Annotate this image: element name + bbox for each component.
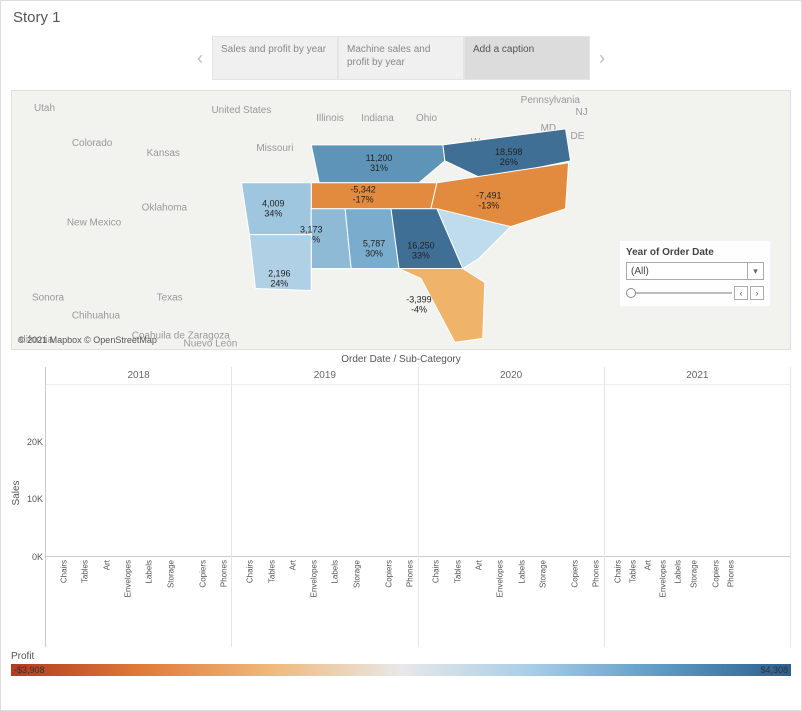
- state-label-tennessee: -5,342-17%: [350, 185, 375, 205]
- category-label: Envelopes: [659, 560, 668, 597]
- category-label: Storage: [352, 560, 361, 588]
- category-label: Phones: [406, 560, 415, 587]
- category-label: Tables: [453, 560, 462, 583]
- category-label: Storage: [166, 560, 175, 588]
- y-tick: 0K: [13, 552, 43, 562]
- svg-text:Utah: Utah: [34, 103, 55, 114]
- legend-min: -$3,908: [11, 664, 48, 676]
- filter-title: Year of Order Date: [626, 247, 764, 258]
- story-prev-arrow[interactable]: ‹: [188, 36, 212, 80]
- category-label: Tables: [629, 560, 638, 583]
- category-label: Copiers: [712, 560, 721, 588]
- category-label: Labels: [517, 560, 526, 584]
- map-viz[interactable]: United States Utah Colorado Kansas Missouri I…: [11, 90, 791, 350]
- bar-chart-panel: Order Date / Sub-Category Sales 20K10K0K…: [11, 354, 791, 647]
- y-tick: 10K: [13, 494, 43, 504]
- year-header: 2021: [605, 367, 790, 385]
- state-label-louisiana: 2,19624%: [268, 269, 290, 289]
- svg-text:Chihuahua: Chihuahua: [72, 310, 121, 321]
- state-label-alabama: 5,78730%: [363, 239, 385, 259]
- category-label: Phones: [727, 560, 736, 587]
- category-label: Envelopes: [310, 560, 319, 597]
- year-filter-card: Year of Order Date (All) ▾ ‹ ›: [620, 241, 770, 306]
- category-label: Copiers: [571, 560, 580, 588]
- svg-text:Texas: Texas: [157, 292, 183, 303]
- slider-prev[interactable]: ‹: [734, 286, 748, 300]
- state-label-arkansas: 4,00934%: [262, 199, 284, 219]
- category-label: Copiers: [198, 560, 207, 588]
- category-label: Storage: [689, 560, 698, 588]
- filter-slider[interactable]: ‹ ›: [626, 286, 764, 300]
- svg-text:Colorado: Colorado: [72, 138, 113, 149]
- category-label: Tables: [267, 560, 276, 583]
- filter-dropdown-icon[interactable]: ▾: [747, 263, 763, 279]
- svg-text:Oklahoma: Oklahoma: [142, 203, 188, 214]
- year-header: 2018: [46, 367, 231, 385]
- profit-legend: Profit -$3,908 $4,308: [11, 651, 791, 676]
- category-label: Labels: [145, 560, 154, 584]
- year-group-2018: 2018 Chairs Tables Art Envelopes Labels Storag…: [46, 367, 232, 647]
- svg-text:Sonora: Sonora: [32, 292, 65, 303]
- story-navigator: ‹ Sales and profit by year Machine sales…: [1, 30, 801, 90]
- svg-text:Pennsylvania: Pennsylvania: [521, 95, 581, 106]
- svg-text:United States: United States: [211, 105, 271, 116]
- category-label: Labels: [674, 560, 683, 584]
- slider-next[interactable]: ›: [750, 286, 764, 300]
- story-tab-0[interactable]: Sales and profit by year: [212, 36, 338, 80]
- filter-selected-value: (All): [627, 266, 747, 277]
- year-group-2021: 2021 Chairs Tables Art Envelopes Labels Storag…: [605, 367, 791, 647]
- svg-text:Kansas: Kansas: [147, 148, 180, 159]
- svg-text:Missouri: Missouri: [256, 143, 293, 154]
- filter-dropdown[interactable]: (All) ▾: [626, 262, 764, 280]
- category-label: Labels: [331, 560, 340, 584]
- svg-text:DE: DE: [571, 131, 585, 142]
- map-attribution: © 2021 Mapbox © OpenStreetMap: [18, 335, 157, 345]
- story-tab-2[interactable]: Add a caption: [464, 36, 590, 80]
- category-label: Storage: [539, 560, 548, 588]
- category-label: Art: [102, 560, 111, 570]
- year-header: 2020: [419, 367, 604, 385]
- category-label: Phones: [219, 560, 228, 587]
- story-title: Story 1: [13, 9, 789, 26]
- category-label: Chairs: [246, 560, 255, 583]
- category-label: Phones: [592, 560, 601, 587]
- svg-text:Indiana: Indiana: [361, 113, 394, 124]
- slider-handle[interactable]: [626, 288, 636, 298]
- svg-text:New Mexico: New Mexico: [67, 218, 122, 229]
- category-label: Envelopes: [123, 560, 132, 597]
- story-next-arrow[interactable]: ›: [590, 36, 614, 80]
- category-label: Envelopes: [496, 560, 505, 597]
- bar-axis-title: Order Date / Sub-Category: [11, 354, 791, 365]
- bar-chart[interactable]: Sales 20K10K0K 2018ChairsTablesArtEnvelo…: [11, 367, 791, 647]
- category-label: Art: [288, 560, 297, 570]
- svg-text:Nuevo León: Nuevo León: [184, 338, 238, 349]
- category-label: Art: [644, 560, 653, 570]
- category-label: Art: [475, 560, 484, 570]
- year-header: 2019: [232, 367, 417, 385]
- story-tab-1[interactable]: Machine sales and profit by year: [338, 36, 464, 80]
- year-group-2019: 2019 Chairs Tables Art Envelopes Labels Storag…: [232, 367, 418, 647]
- svg-text:NJ: NJ: [576, 107, 588, 118]
- category-label: Chairs: [59, 560, 68, 583]
- state-label-northcarolina: -7,491-13%: [476, 191, 501, 211]
- legend-max: $4,308: [757, 664, 791, 676]
- svg-text:Illinois: Illinois: [316, 113, 344, 124]
- category-label: Chairs: [432, 560, 441, 583]
- svg-text:Ohio: Ohio: [416, 113, 438, 124]
- legend-gradient[interactable]: -$3,908 $4,308: [11, 664, 791, 676]
- category-label: Tables: [81, 560, 90, 583]
- y-tick: 20K: [13, 437, 43, 447]
- category-label: Chairs: [614, 560, 623, 583]
- category-label: Copiers: [384, 560, 393, 588]
- year-group-2020: 2020 Chairs Tables Art Envelopes Labels Storag…: [419, 367, 605, 647]
- legend-title: Profit: [11, 651, 791, 662]
